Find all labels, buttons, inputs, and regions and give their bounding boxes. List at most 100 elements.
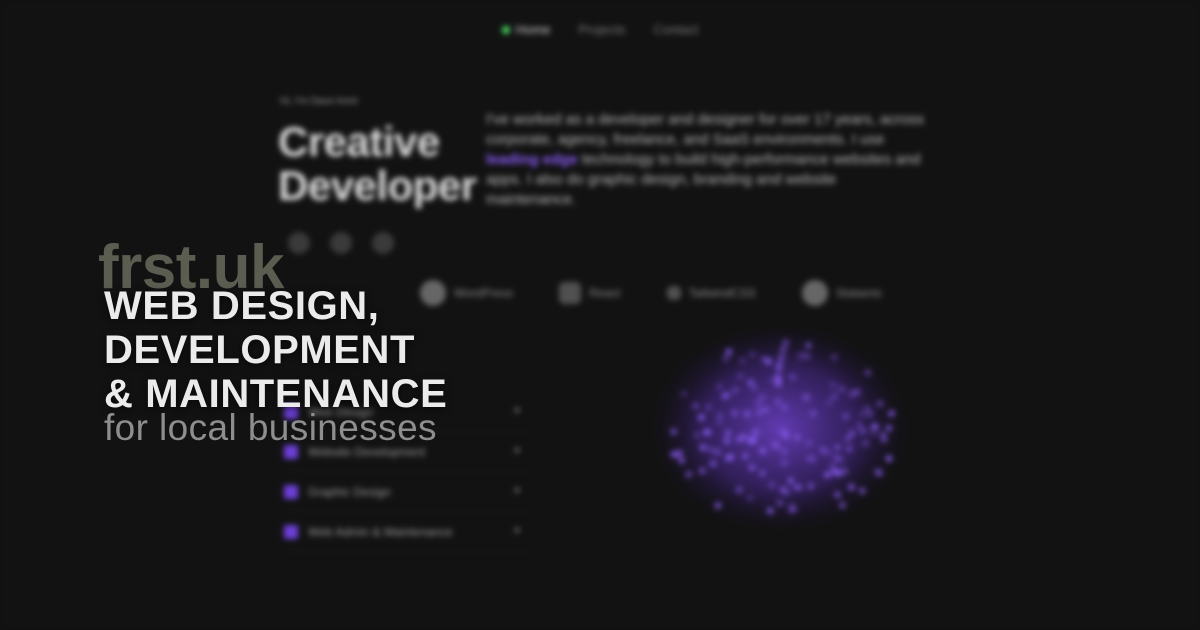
globe-particle <box>831 468 838 475</box>
headline: WEB DESIGN, DEVELOPMENT & MAINTENANCE <box>104 284 447 416</box>
globe-particle <box>769 376 776 383</box>
globe-particle <box>723 438 730 445</box>
globe-particle <box>735 436 742 443</box>
globe-particle <box>798 352 804 359</box>
chevron-down-icon: ▼ <box>512 526 522 537</box>
globe-particle <box>834 444 841 451</box>
globe-particle <box>825 449 832 456</box>
tool-label: Statamic <box>835 286 883 300</box>
globe-particle <box>716 412 723 419</box>
globe-particle <box>790 506 797 513</box>
tool-label: React <box>589 286 621 300</box>
globe-particle <box>859 411 866 418</box>
headline-line: DEVELOPMENT <box>104 328 416 372</box>
chevron-down-icon: ▼ <box>512 446 522 457</box>
hero-title: Creative Developer <box>278 120 477 208</box>
globe-particle <box>676 449 683 456</box>
globe-particle <box>751 385 758 391</box>
globe-particle <box>778 354 785 361</box>
globe-particle <box>830 381 837 388</box>
globe-particle <box>864 369 871 376</box>
globe-particle <box>844 435 851 442</box>
hero-description-highlight[interactable]: leading edge <box>486 151 578 168</box>
globe-particle <box>756 409 762 415</box>
top-nav: Home Projects Contact <box>0 22 1200 37</box>
globe-particle <box>848 484 855 491</box>
globe-particle <box>831 354 838 361</box>
hero-title-line: Creative <box>278 118 440 165</box>
globe-particle <box>854 389 861 395</box>
globe-particle <box>820 446 826 453</box>
headline-line: WEB DESIGN, <box>104 284 380 328</box>
tool-item: React <box>559 280 621 306</box>
globe-particle <box>827 399 833 406</box>
globe-particle <box>781 404 788 411</box>
globe-particle <box>780 346 787 353</box>
globe-particle <box>692 402 699 409</box>
service-item-graphic-design[interactable]: Graphic Design ▼ <box>284 472 528 512</box>
globe-particle <box>749 351 756 358</box>
globe-particle <box>789 374 796 380</box>
social-links <box>288 232 394 254</box>
service-label: Web Admin & Maintenance <box>308 524 453 539</box>
globe-particle <box>746 495 753 502</box>
globe-particle <box>670 428 677 435</box>
globe-particle <box>794 434 801 441</box>
globe-particle <box>830 462 836 469</box>
globe-particle <box>725 391 732 398</box>
globe-particle <box>776 361 783 368</box>
globe-particle <box>807 483 814 490</box>
globe-particle <box>736 486 743 493</box>
globe-particle <box>714 449 721 455</box>
service-item-maintenance[interactable]: Web Admin & Maintenance ▼ <box>284 512 528 552</box>
email-icon[interactable] <box>372 232 394 254</box>
globe-particle <box>737 373 744 380</box>
globe-particle <box>779 486 786 493</box>
globe-particle <box>888 410 895 417</box>
globe-particle <box>725 454 732 461</box>
globe-particle <box>779 428 786 435</box>
globe-particle <box>804 353 811 360</box>
globe-particle <box>824 471 831 478</box>
globe-particle <box>839 502 846 509</box>
nav-item-home[interactable]: Home <box>501 22 550 37</box>
globe-particle <box>781 460 788 467</box>
globe-particle <box>885 425 892 432</box>
globe-particle <box>805 342 812 349</box>
service-icon <box>284 484 298 499</box>
globe-particle <box>846 445 853 452</box>
globe-particle <box>787 477 794 484</box>
globe-particle <box>726 348 732 355</box>
globe-particle <box>831 393 838 400</box>
globe-particle <box>724 430 731 437</box>
globe-particle <box>792 484 798 491</box>
globe-particle <box>886 455 892 462</box>
tool-label: WordPress <box>454 286 514 300</box>
globe-particle <box>848 430 855 437</box>
globe-particle <box>707 446 714 453</box>
globe-particle <box>732 387 739 394</box>
hero-description: I've worked as a developer and designer … <box>486 110 926 210</box>
globe-particle <box>877 470 884 477</box>
globe-particle <box>731 410 738 416</box>
statamic-icon <box>801 280 828 306</box>
globe-particle <box>685 471 692 478</box>
globe-particle <box>739 357 746 364</box>
globe-particle <box>781 448 787 455</box>
nav-item-projects[interactable]: Projects <box>578 22 625 37</box>
globe-particle <box>705 404 712 411</box>
globe-particle <box>770 441 777 448</box>
tool-item: TailwindCSS <box>666 280 756 306</box>
globe-particle <box>841 468 848 475</box>
github-icon[interactable] <box>288 232 310 254</box>
linkedin-icon[interactable] <box>330 232 352 254</box>
globe-particle <box>767 507 774 514</box>
globe-particle <box>877 400 884 407</box>
globe-particle <box>843 413 849 420</box>
globe-particle <box>873 423 880 430</box>
nav-item-contact[interactable]: Contact <box>653 22 698 37</box>
globe-particle <box>862 440 869 447</box>
tool-label: TailwindCSS <box>688 286 756 300</box>
globe-particle <box>703 429 710 436</box>
tool-list: WordPress React TailwindCSS Statamic <box>420 280 883 306</box>
